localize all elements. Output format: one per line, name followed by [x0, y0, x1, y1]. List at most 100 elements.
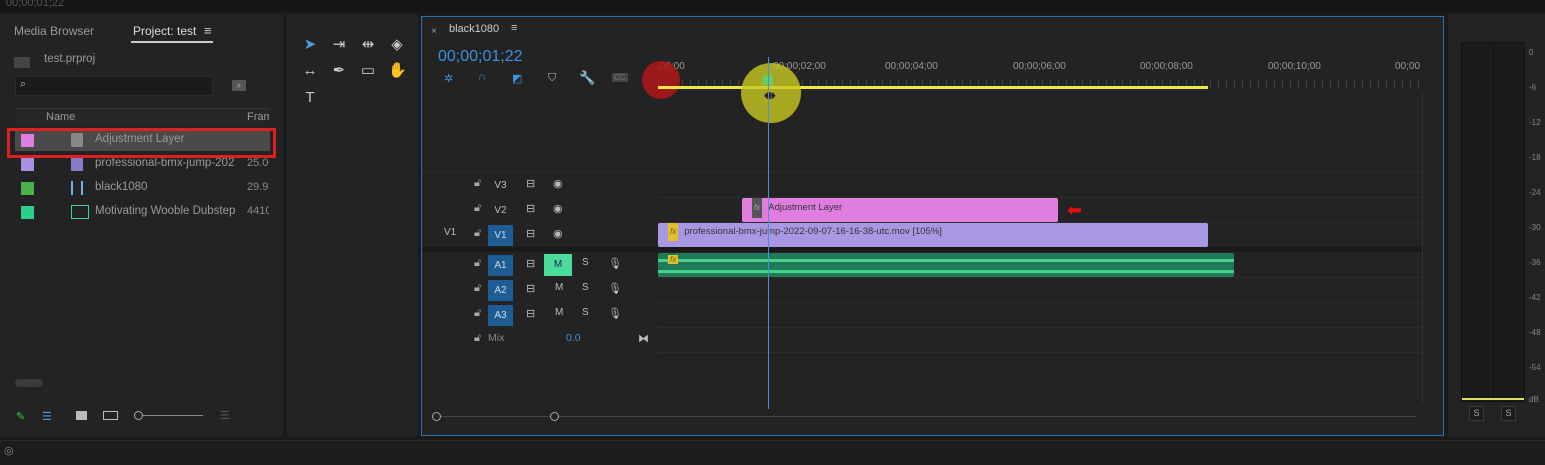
top-strip: 00;00;01;22	[0, 0, 1545, 12]
close-tab-icon[interactable]: ×	[431, 26, 437, 37]
icon-view-icon[interactable]	[76, 411, 87, 420]
wrench-icon[interactable]: 🔧	[579, 70, 595, 86]
nest-icon[interactable]: ✲	[444, 72, 453, 85]
snap-icon[interactable]: ∩	[478, 71, 486, 83]
adjustment-layer-clip[interactable]: fx Adjustment Layer	[742, 198, 1058, 222]
meter-bars	[1461, 42, 1525, 402]
audio-clip-icon	[71, 205, 89, 219]
col-name[interactable]: Name	[46, 111, 75, 123]
sequence-icon	[71, 181, 83, 195]
sort-icon[interactable]: ☰	[220, 409, 230, 422]
new-search-bin-icon[interactable]: ⌕	[232, 80, 246, 91]
mute-button[interactable]: M	[555, 282, 563, 293]
panel-menu-icon[interactable]: ≡	[511, 22, 517, 34]
panel-menu-icon[interactable]: ≡	[204, 23, 212, 38]
eye-icon[interactable]: ◉	[553, 177, 563, 190]
add-marker-icon[interactable]: ⛉	[548, 72, 556, 85]
lock-icon[interactable]: 🔓︎	[474, 257, 481, 270]
av-divider[interactable]	[422, 247, 1422, 252]
track-target[interactable]: A2	[488, 280, 513, 301]
lock-icon[interactable]: 🔓︎	[474, 282, 481, 295]
selection-tool-icon[interactable]: ➤	[301, 36, 319, 54]
creative-cloud-icon[interactable]: ◎	[4, 444, 14, 457]
track-select-tool-icon[interactable]: ⇥	[330, 36, 348, 54]
active-tab-underline	[131, 41, 213, 43]
waveform	[658, 270, 1234, 273]
lock-icon[interactable]: 🔓︎	[474, 202, 481, 215]
folder-up-icon[interactable]	[14, 57, 30, 68]
lock-icon[interactable]: 🔓︎	[474, 332, 481, 345]
timeline-panel: × black1080 ≡ 00;00;01;22 ✲ ∩ ◩ ⛉ 🔧 CC ;…	[421, 16, 1444, 436]
lane-divider	[658, 277, 1423, 278]
solo-button[interactable]: S	[582, 282, 589, 293]
meter-tick: -54	[1529, 363, 1541, 372]
status-bar: ◎	[0, 440, 1545, 465]
pencil-icon[interactable]: ✎	[16, 410, 25, 423]
vertical-scrollbar[interactable]	[1422, 93, 1423, 403]
meter-tick: -48	[1529, 328, 1541, 337]
tab-project[interactable]: Project: test	[133, 24, 196, 38]
list-view-icon[interactable]: ☰	[42, 410, 52, 423]
zoom-scrollbar[interactable]	[432, 412, 1416, 421]
meter-tick: -36	[1529, 258, 1541, 267]
lock-icon[interactable]: 🔓︎	[474, 177, 481, 190]
go-to-end-icon[interactable]: ⧓	[638, 332, 649, 345]
voiceover-mic-icon[interactable]: 🎙︎	[608, 307, 622, 320]
sequence-tab[interactable]: black1080	[449, 23, 499, 35]
ruler-label: 00;00;10;00	[1268, 61, 1321, 72]
label-color	[21, 206, 34, 219]
pen-tool-icon[interactable]: ✒	[330, 62, 348, 80]
hand-tool-icon[interactable]: ✋	[388, 62, 407, 80]
col-frame-rate[interactable]: Fram	[247, 111, 269, 123]
zoom-slider[interactable]	[134, 411, 203, 420]
project-file-name: test.prproj	[44, 53, 96, 65]
list-item[interactable]: black108029.97	[15, 177, 270, 199]
ripple-edit-tool-icon[interactable]: ⇹	[359, 36, 377, 54]
horizontal-scrollbar[interactable]	[15, 379, 43, 387]
mute-button[interactable]: M	[544, 254, 572, 276]
sync-lock-icon[interactable]: ⊟	[526, 202, 535, 215]
track-target[interactable]: A3	[488, 305, 513, 326]
rectangle-tool-icon[interactable]: ▭	[359, 62, 377, 80]
timeline-timecode[interactable]: 00;00;01;22	[438, 48, 523, 66]
source-patch[interactable]: V1	[444, 227, 456, 238]
label-color	[21, 158, 34, 171]
audio-meters: 0 -6 -12 -18 -24 -30 -36 -42 -48 -54 dB …	[1448, 14, 1545, 437]
playhead-line[interactable]	[768, 57, 769, 409]
razor-tool-icon[interactable]: ◈	[388, 36, 406, 54]
ruler-label: 00;00;06;00	[1013, 61, 1066, 72]
captions-icon[interactable]: CC	[612, 73, 628, 82]
solo-button[interactable]: S	[582, 257, 589, 268]
sync-lock-icon[interactable]: ⊟	[526, 282, 535, 295]
audio-clip[interactable]: fx	[658, 253, 1234, 277]
track-target[interactable]: V1	[488, 225, 513, 246]
solo-button[interactable]: S	[582, 307, 589, 318]
linked-selection-icon[interactable]: ◩	[512, 72, 522, 85]
search-input[interactable]: ⌕	[15, 76, 213, 96]
eye-icon[interactable]: ◉	[553, 202, 563, 215]
solo-left-button[interactable]: S	[1469, 406, 1484, 421]
tab-media-browser[interactable]: Media Browser	[14, 24, 94, 38]
mute-button[interactable]: M	[555, 307, 563, 318]
voiceover-mic-icon[interactable]: 🎙︎	[608, 257, 622, 270]
track-header-v1: V1 🔓︎ V1 ⊟ ◉	[424, 223, 659, 247]
list-item[interactable]: Motivating Wooble Dubstep 4410	[15, 201, 270, 223]
track-target[interactable]: V2	[488, 200, 513, 221]
lock-icon[interactable]: 🔓︎	[474, 227, 481, 240]
sync-lock-icon[interactable]: ⊟	[526, 227, 535, 240]
sync-lock-icon[interactable]: ⊟	[526, 177, 535, 190]
track-target[interactable]: V3	[488, 175, 513, 196]
solo-right-button[interactable]: S	[1501, 406, 1516, 421]
track-target[interactable]: A1	[488, 255, 513, 276]
video-clip[interactable]: fx professional-bmx-jump-2022-09-07-16-16…	[658, 223, 1208, 247]
lock-icon[interactable]: 🔓︎	[474, 307, 481, 320]
mix-value[interactable]: 0.0	[566, 332, 581, 344]
freeform-view-icon[interactable]	[103, 411, 118, 420]
sync-lock-icon[interactable]: ⊟	[526, 307, 535, 320]
slip-tool-icon[interactable]: ↔	[301, 62, 319, 80]
voiceover-mic-icon[interactable]: 🎙︎	[608, 282, 622, 295]
type-tool-icon[interactable]: T	[301, 89, 319, 107]
tools-panel: ➤ ⇥ ⇹ ◈ ↔ ✒ ▭ ✋ T	[287, 14, 418, 437]
eye-icon[interactable]: ◉	[553, 227, 563, 240]
sync-lock-icon[interactable]: ⊟	[526, 257, 535, 270]
